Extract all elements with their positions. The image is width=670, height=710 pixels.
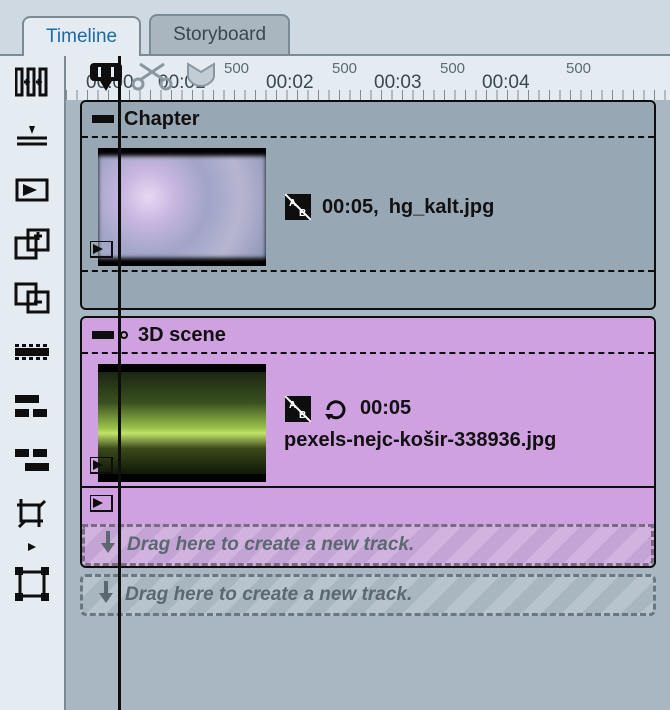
playhead-line: [118, 56, 121, 710]
svg-text:B: B: [299, 410, 306, 421]
chapter-block[interactable]: Chapter AB 00:05, hg_kalt.jpg: [80, 100, 656, 310]
clip-filename: pexels-nejc-košir-338936.jpg: [284, 429, 556, 452]
keyframe-icon: [120, 331, 128, 339]
left-toolbar: [0, 56, 66, 710]
bounding-box-icon[interactable]: [12, 566, 52, 602]
collapse-icon[interactable]: [92, 115, 114, 123]
clip[interactable]: AB 00:05, hg_kalt.jpg: [82, 138, 654, 270]
filmstrip-icon[interactable]: [12, 334, 52, 370]
ruler-tick-label: 00:02: [266, 72, 314, 94]
drop-zone[interactable]: Drag here to create a new track.: [80, 574, 656, 616]
merge-tracks-icon[interactable]: [12, 64, 52, 100]
clip-time: 00:05: [360, 397, 411, 420]
marker-flag-icon[interactable]: [90, 241, 114, 264]
chapter-header[interactable]: Chapter: [82, 102, 654, 138]
marker-flag-icon[interactable]: [90, 495, 114, 518]
down-arrow-icon: [97, 581, 115, 609]
tab-storyboard[interactable]: Storyboard: [149, 14, 290, 54]
align-left-icon[interactable]: [12, 388, 52, 424]
clip[interactable]: AB 00:05 pexels-nejc-košir-338936.jpg: [82, 354, 654, 486]
add-box-icon[interactable]: [12, 226, 52, 262]
cut-marker-icon[interactable]: [130, 62, 174, 97]
insert-point-icon[interactable]: [12, 118, 52, 154]
loop-icon: [322, 395, 350, 423]
clip-meta: AB 00:05 pexels-nejc-košir-338936.jpg: [284, 395, 556, 452]
clip-filename: hg_kalt.jpg: [389, 196, 495, 219]
shield-marker-icon[interactable]: [186, 62, 216, 93]
clip-time: 00:05,: [322, 196, 379, 219]
ruler-sublabel: 500: [332, 60, 357, 77]
ruler-sublabel: 500: [224, 60, 249, 77]
sub-track[interactable]: [82, 486, 654, 524]
transition-icon: AB: [284, 193, 312, 221]
chapter-title: 3D scene: [138, 324, 226, 347]
drop-hint-text: Drag here to create a new track.: [127, 534, 414, 556]
svg-text:A: A: [289, 400, 296, 411]
tab-timeline[interactable]: Timeline: [22, 16, 141, 56]
svg-text:A: A: [289, 198, 296, 209]
svg-text:B: B: [299, 208, 306, 219]
collapse-icon[interactable]: [92, 331, 114, 339]
expand-arrow-icon[interactable]: [12, 540, 52, 554]
transition-icon: AB: [284, 395, 312, 423]
chapter-header[interactable]: 3D scene: [82, 318, 654, 354]
crop-icon[interactable]: [12, 496, 52, 532]
down-arrow-icon: [99, 531, 117, 559]
drop-zone[interactable]: Drag here to create a new track.: [82, 524, 654, 566]
timeline-panel: 00:00 00:01 500 00:02 500 00:03 500 00:0…: [66, 56, 670, 710]
ruler-tick-label: 00:03: [374, 72, 422, 94]
remove-box-icon[interactable]: [12, 280, 52, 316]
ruler-tick-label: 00:04: [482, 72, 530, 94]
align-right-icon[interactable]: [12, 442, 52, 478]
ruler-sublabel: 500: [440, 60, 465, 77]
clip-thumbnail: [98, 364, 266, 482]
chapter-block[interactable]: 3D scene AB 00:05: [80, 316, 656, 568]
ruler-sublabel: 500: [566, 60, 591, 77]
marker-flag-icon[interactable]: [90, 457, 114, 480]
track-spacer: [82, 270, 654, 308]
chapter-title: Chapter: [124, 108, 200, 131]
playhead-marker[interactable]: [80, 58, 132, 98]
drop-hint-text: Drag here to create a new track.: [125, 584, 412, 606]
play-range-icon[interactable]: [12, 172, 52, 208]
clip-thumbnail: [98, 148, 266, 266]
clip-meta: AB 00:05, hg_kalt.jpg: [284, 193, 494, 221]
